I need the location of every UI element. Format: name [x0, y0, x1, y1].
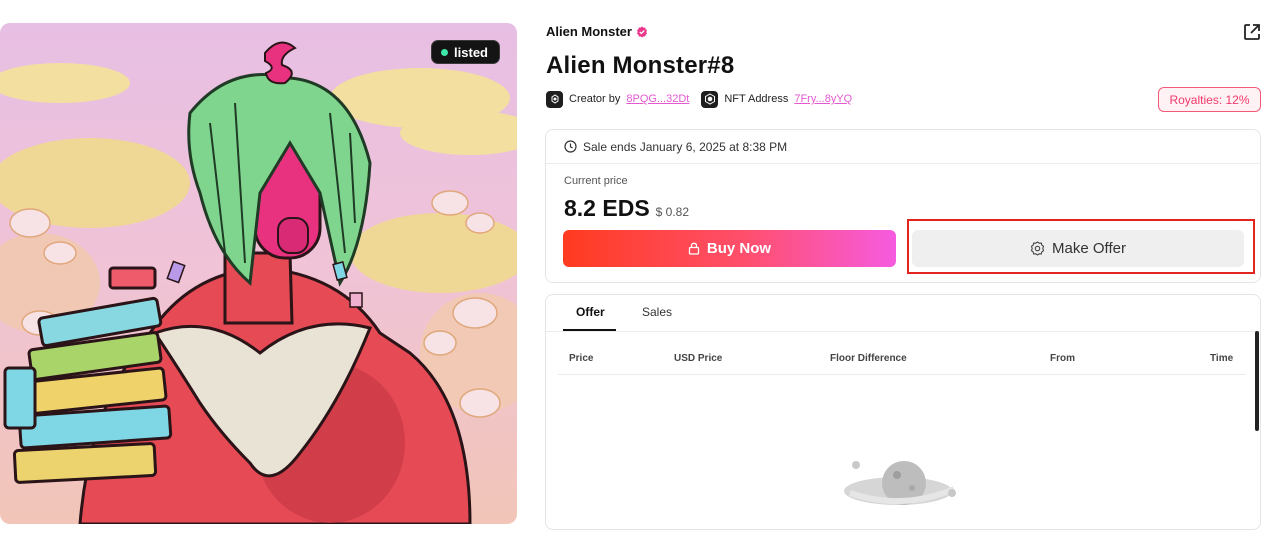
creator-label: Creator by — [569, 93, 621, 105]
sale-header: Sale ends January 6, 2025 at 8:38 PM — [546, 130, 1260, 164]
usd-price: $ 0.82 — [655, 205, 690, 219]
tab-offer[interactable]: Offer — [576, 305, 605, 319]
royalties-badge: Royalties: 12% — [1158, 87, 1261, 112]
scrollbar[interactable] — [1255, 331, 1259, 431]
make-offer-label: Make Offer — [1052, 240, 1126, 257]
page-title: Alien Monster#8 — [546, 52, 735, 79]
meta-row: Creator by 8PQG...32Dt NFT Address 7Fry.… — [546, 90, 852, 108]
sale-ends-text: Sale ends January 6, 2025 at 8:38 PM — [583, 139, 788, 154]
column-usd-price: USD Price — [674, 353, 723, 364]
nft-artwork[interactable]: listed — [0, 23, 517, 524]
activity-card: Offer Sales Price USD Price Floor Differ… — [545, 294, 1261, 530]
activity-tabs: Offer Sales — [546, 295, 1260, 332]
column-price: Price — [569, 353, 594, 364]
hexagon-icon — [701, 90, 719, 108]
nft-address-link[interactable]: 7Fry...8yYQ — [794, 93, 852, 105]
column-floor-difference: Floor Difference — [830, 353, 907, 364]
active-tab-indicator — [563, 329, 616, 331]
creator-icon — [546, 90, 563, 108]
sale-card: Sale ends January 6, 2025 at 8:38 PM Cur… — [545, 129, 1261, 283]
lock-icon — [688, 242, 700, 255]
status-dot — [441, 48, 449, 56]
offer-icon — [1030, 241, 1045, 256]
share-icon[interactable] — [1242, 22, 1262, 42]
planet-empty-icon — [844, 461, 956, 505]
collection-row: Alien Monster — [546, 24, 648, 39]
nft-address-label: NFT Address — [724, 93, 789, 105]
column-time: Time — [1210, 353, 1234, 364]
column-from: From — [1050, 353, 1075, 364]
offers-table-header: Price USD Price Floor Difference From Ti… — [558, 341, 1246, 375]
collection-name[interactable]: Alien Monster — [546, 24, 632, 39]
current-price-label: Current price — [564, 175, 628, 187]
listed-label: listed — [454, 44, 488, 60]
price-row: 8.2 EDS $ 0.82 — [564, 195, 689, 222]
current-price: 8.2 EDS — [564, 195, 650, 221]
alien-monster-image — [0, 23, 517, 524]
make-offer-button[interactable]: Make Offer — [912, 230, 1244, 267]
creator-address-link[interactable]: 8PQG...32Dt — [626, 93, 689, 105]
listed-badge: listed — [431, 40, 500, 64]
buy-now-button[interactable]: Buy Now — [563, 230, 896, 267]
tab-sales[interactable]: Sales — [642, 305, 672, 319]
verified-badge-icon — [636, 26, 647, 37]
clock-icon — [564, 140, 577, 153]
buy-now-label: Buy Now — [706, 240, 772, 257]
